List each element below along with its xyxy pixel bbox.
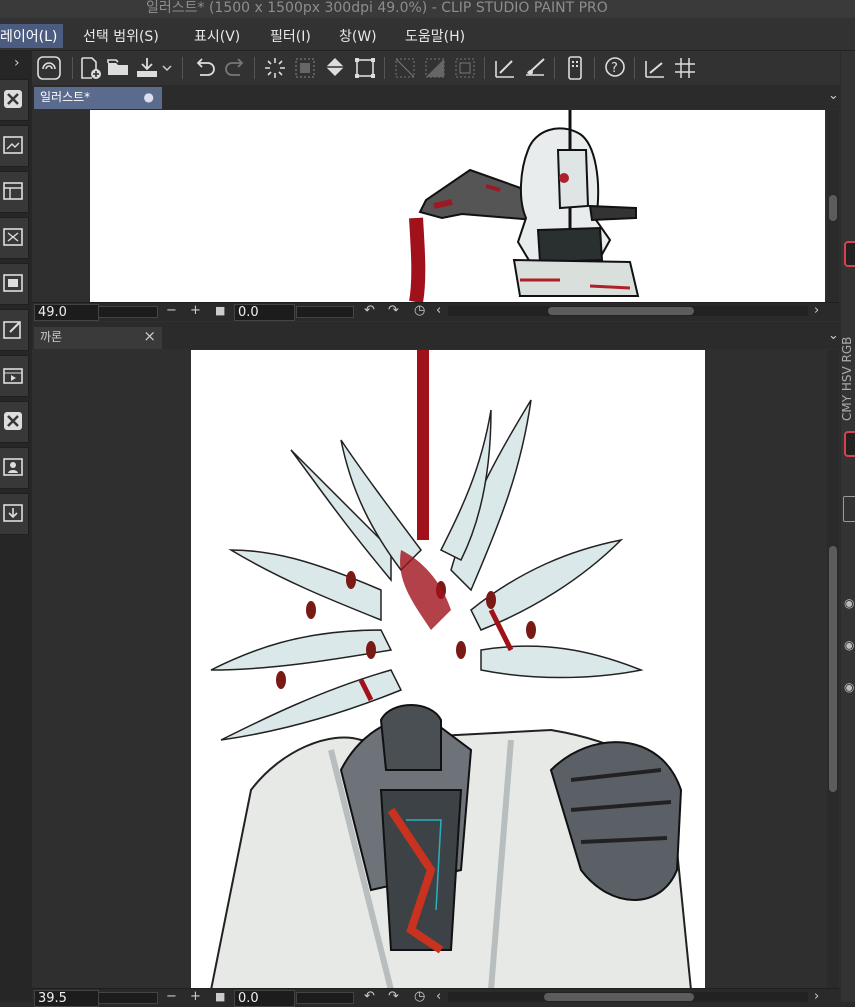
redo-icon[interactable]: [222, 55, 248, 81]
tab-illustration[interactable]: 일러스트* ●: [34, 87, 162, 109]
zoom-out-icon[interactable]: −: [166, 303, 177, 318]
clear-icon[interactable]: [262, 55, 288, 81]
svg-text:?: ?: [611, 61, 618, 76]
zoom-slider[interactable]: [98, 306, 158, 318]
delete-icon[interactable]: [0, 401, 29, 443]
open-folder-icon[interactable]: [106, 55, 132, 81]
menu-layer[interactable]: 레이어(L): [0, 24, 64, 48]
menu-bar: 레이어(L) 선택 범위(S) 표시(V) 필터(I) 창(W) 도움말(H): [0, 18, 855, 51]
horizontal-scrollbar[interactable]: [448, 306, 808, 316]
delete-panel-icon[interactable]: [0, 79, 29, 121]
sketch-figure: [409, 110, 640, 302]
main-color-swatch[interactable]: [844, 241, 855, 267]
eye-icon[interactable]: ◉: [844, 680, 854, 694]
download-icon[interactable]: [0, 493, 29, 535]
save-icon[interactable]: [134, 55, 160, 81]
rotate-left-icon[interactable]: ↶: [364, 303, 375, 318]
chevron-down-icon[interactable]: ⌄: [828, 328, 839, 343]
vertical-scrollbar[interactable]: [827, 110, 839, 302]
scroll-left-icon[interactable]: ‹: [436, 303, 441, 318]
vertical-scrollbar[interactable]: [827, 350, 839, 990]
layer-thumbnail-icon[interactable]: [843, 496, 855, 522]
artwork-figure: [209, 350, 693, 990]
zoom-field[interactable]: 39.5: [34, 990, 99, 1007]
smartphone-icon[interactable]: [562, 55, 588, 81]
canvas-window-bottom: 까론 × ⌄ 39.5 − + ■ 0.0 ↶ ↷ ◷ ‹ ›: [32, 326, 840, 1007]
eye-icon[interactable]: ◉: [844, 596, 854, 610]
zoom-field[interactable]: 49.0: [34, 304, 99, 321]
angle-slider[interactable]: [296, 306, 354, 318]
edit-icon[interactable]: [0, 309, 29, 351]
rotate-right-icon[interactable]: ↷: [388, 303, 399, 318]
angle-field[interactable]: 0.0: [234, 990, 295, 1007]
close-icon[interactable]: ×: [143, 326, 156, 346]
user-icon[interactable]: [0, 447, 29, 489]
chevron-down-icon[interactable]: ⌄: [828, 88, 839, 103]
new-file-icon[interactable]: [78, 55, 104, 81]
angle-field[interactable]: 0.0: [234, 304, 295, 321]
chevron-right-icon[interactable]: ›: [14, 55, 20, 71]
status-bar-bottom: 39.5 − + ■ 0.0 ↶ ↷ ◷ ‹ ›: [32, 988, 840, 1007]
left-panel-strip: ›: [0, 51, 32, 1002]
transform-icon[interactable]: [352, 55, 378, 81]
reset-rotation-icon[interactable]: ◷: [414, 303, 425, 318]
ruler-pen-icon[interactable]: [492, 55, 518, 81]
drawing-canvas[interactable]: [90, 110, 825, 302]
title-bar: 일러스트* (1500 x 1500px 300dpi 49.0%) - CLI…: [0, 0, 855, 18]
menu-view[interactable]: 표시(V): [188, 24, 246, 48]
zoom-slider[interactable]: [98, 992, 158, 1004]
paint-bucket-icon[interactable]: [322, 55, 348, 81]
tab-reference[interactable]: 까론 ×: [34, 327, 162, 349]
animation-icon[interactable]: [0, 355, 29, 397]
deselect-icon[interactable]: [392, 55, 418, 81]
unsaved-dot-icon: ●: [143, 90, 154, 104]
image-icon[interactable]: [0, 263, 29, 305]
grid-icon[interactable]: [672, 55, 698, 81]
chevron-down-icon[interactable]: [160, 55, 174, 81]
material-icon[interactable]: [0, 125, 29, 167]
ruler-icon[interactable]: [642, 55, 668, 81]
command-bar: ?: [32, 51, 840, 85]
expand-icon[interactable]: [0, 217, 29, 259]
undo-icon[interactable]: [192, 55, 218, 81]
status-bar-top: 49.0 − + ■ 0.0 ↶ ↷ ◷ ‹ ›: [32, 302, 840, 321]
fit-icon[interactable]: ■: [215, 990, 225, 1003]
zoom-in-icon[interactable]: +: [190, 303, 201, 318]
fill-icon[interactable]: [292, 55, 318, 81]
angle-slider[interactable]: [296, 992, 354, 1004]
color-tab-label[interactable]: CMY HSV RGB: [840, 321, 854, 421]
window-title: 일러스트* (1500 x 1500px 300dpi 49.0%) - CLI…: [146, 0, 608, 16]
drawing-canvas[interactable]: [191, 350, 705, 990]
tab-label: 일러스트*: [40, 90, 91, 104]
eye-icon[interactable]: ◉: [844, 638, 854, 652]
fit-icon[interactable]: ■: [215, 304, 225, 317]
scroll-right-icon[interactable]: ›: [814, 303, 819, 318]
canvas-window-top: 일러스트* ● ⌄ 49.0 − + ■ 0.0 ↶ ↷ ◷ ‹ ›: [32, 86, 840, 322]
menu-window[interactable]: 창(W): [333, 24, 383, 48]
layout-icon[interactable]: [0, 171, 29, 213]
menu-selection[interactable]: 선택 범위(S): [77, 24, 165, 48]
help-icon[interactable]: ?: [602, 55, 628, 81]
right-panel-strip: CMY HSV RGB ◉ ◉ ◉: [840, 51, 855, 1002]
sub-color-swatch[interactable]: [844, 431, 855, 457]
selection-border-icon[interactable]: [452, 55, 478, 81]
tab-label: 까론: [40, 330, 63, 344]
brush-icon[interactable]: [522, 55, 548, 81]
menu-filter[interactable]: 필터(I): [264, 24, 317, 48]
menu-help[interactable]: 도움말(H): [399, 24, 471, 48]
invert-selection-icon[interactable]: [422, 55, 448, 81]
horizontal-scrollbar[interactable]: [448, 992, 808, 1002]
clip-studio-icon[interactable]: [36, 55, 62, 81]
